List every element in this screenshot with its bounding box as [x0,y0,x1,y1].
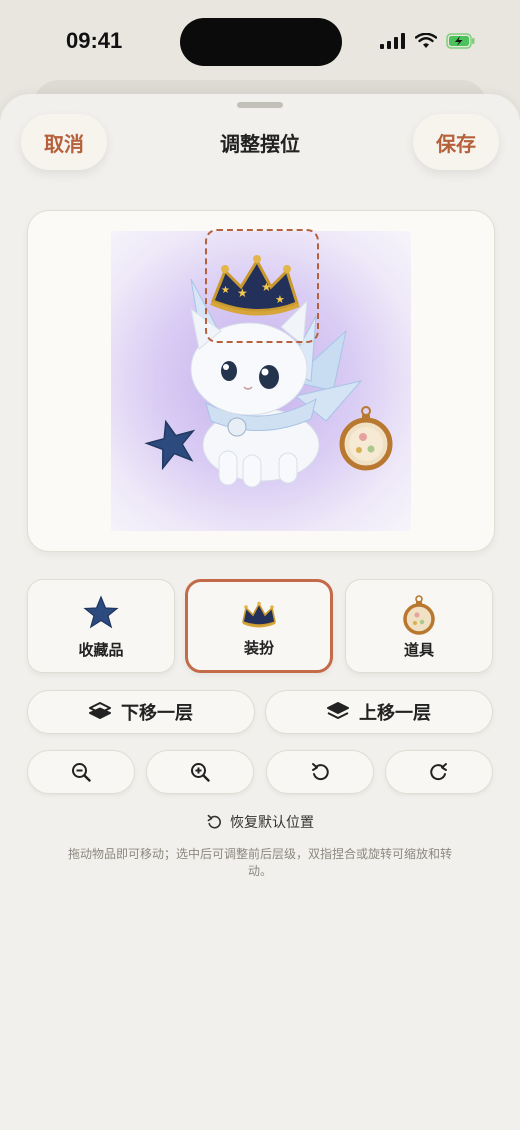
star-icon [83,595,119,629]
move-down-label: 下移一层 [121,703,193,724]
zoom-out-button[interactable] [27,750,135,794]
zoom-out-icon [72,763,91,782]
pocket-watch-icon [403,595,435,635]
status-icons [380,33,476,49]
status-time: 09:41 [66,28,123,53]
category-label: 收藏品 [78,641,124,659]
zoom-in-button[interactable] [146,750,254,794]
status-bar: 09:41 [0,0,520,80]
star-collectible [144,419,196,471]
rotate-left-icon [312,763,329,781]
hint-text: 拖动物品即可移动；选中后可调整前后层级，双指捏合或旋转可缩放和转动。 [67,847,452,878]
pocket-watch-item [339,406,393,471]
sheet-grabber[interactable] [237,102,283,108]
crown-icon [242,601,276,628]
save-button[interactable]: 保存 [413,114,499,170]
move-up-label: 上移一层 [359,703,431,724]
adjust-sheet: 取消 调整摆位 保存 ★ ★ ★ ★ 收藏品 装扮 道具 下移一层 上移一层 恢… [0,94,520,1130]
selection-frame[interactable] [205,229,319,343]
wifi-icon [415,33,437,48]
category-label: 装扮 [243,639,274,657]
rotate-left-button[interactable] [266,750,374,794]
category-outfit[interactable]: 装扮 [185,579,333,673]
category-label: 道具 [403,641,434,659]
move-up-layer-button[interactable]: 上移一层 [265,690,493,734]
cellular-signal-icon [380,33,405,49]
layers-up-icon [327,702,349,719]
reset-label: 恢复默认位置 [230,815,314,831]
dynamic-island [180,18,342,66]
zoom-in-icon [191,763,210,782]
rotate-right-button[interactable] [385,750,493,794]
rotate-right-icon [430,763,447,781]
reset-icon [207,814,221,829]
reset-position-button[interactable]: 恢复默认位置 [0,812,520,832]
category-collectibles[interactable]: 收藏品 [27,579,175,673]
move-down-layer-button[interactable]: 下移一层 [27,690,255,734]
layers-down-icon [89,702,111,719]
preview-canvas[interactable]: ★ ★ ★ ★ [27,210,495,552]
category-props[interactable]: 道具 [345,579,493,673]
battery-charging-icon [446,33,475,49]
